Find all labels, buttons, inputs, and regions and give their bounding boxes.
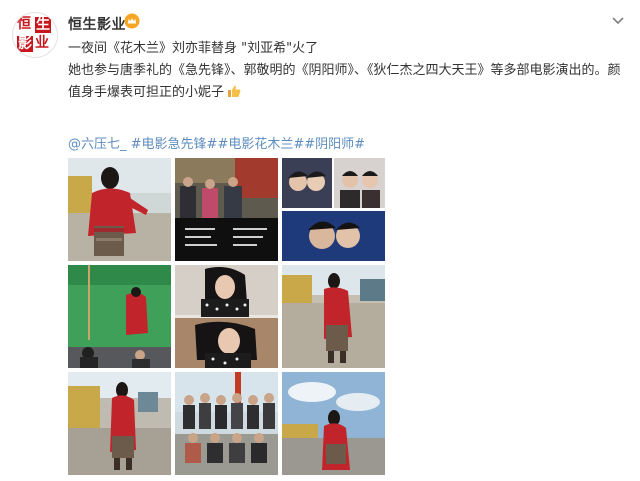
photo-grid [68, 158, 386, 476]
photo-2-group-and-credits[interactable] [175, 158, 278, 261]
post-text: 一夜间《花木兰》刘亦菲替身 "刘亚希"火了 她也参与唐季礼的《急先锋》、郭敬明的… [68, 38, 628, 104]
post-text-line1: 一夜间《花木兰》刘亦菲替身 "刘亚希"火了 [68, 41, 319, 56]
brand-logo: 恒 生 影 业 [17, 16, 51, 52]
photo-4-greenscreen-set[interactable] [68, 265, 171, 368]
chevron-down-icon[interactable] [610, 12, 626, 28]
photo-3-selfie-collage[interactable] [282, 158, 385, 261]
username[interactable]: 恒生影业 [68, 14, 126, 34]
photo-8-crew-group[interactable] [175, 372, 278, 475]
photo-6-red-costume-side[interactable] [282, 265, 385, 368]
crown-icon [124, 13, 140, 29]
hashtag-link[interactable]: #电影花木兰# [217, 137, 304, 152]
photo-5-polka-dot-dress[interactable] [175, 265, 278, 368]
avatar[interactable]: 恒 生 影 业 [12, 12, 58, 58]
post-text-paragraph: 她也参与唐季礼的《急先锋》、郭敬明的《阴阳师》、《狄仁杰之四大天王》等多部电影演… [68, 63, 621, 100]
weibo-post: 恒 生 影 业 恒生影业 一夜间《花木兰》刘亦菲替身 "刘亚希"火了 她也参与唐… [0, 0, 640, 481]
hashtag-link[interactable]: #阴阳师# [304, 137, 365, 152]
photo-9-red-costume-tarmac[interactable] [282, 372, 385, 475]
hashtag-link[interactable]: #电影急先锋# [131, 137, 218, 152]
photo-1-red-costume-field[interactable] [68, 158, 171, 261]
tag-line: @六压七_ #电影急先锋##电影花木兰##阴阳师# [68, 133, 365, 152]
photo-7-red-costume-containers[interactable] [68, 372, 171, 475]
mention-link[interactable]: @六压七_ [68, 137, 127, 152]
thumbs-up-icon [228, 85, 241, 97]
